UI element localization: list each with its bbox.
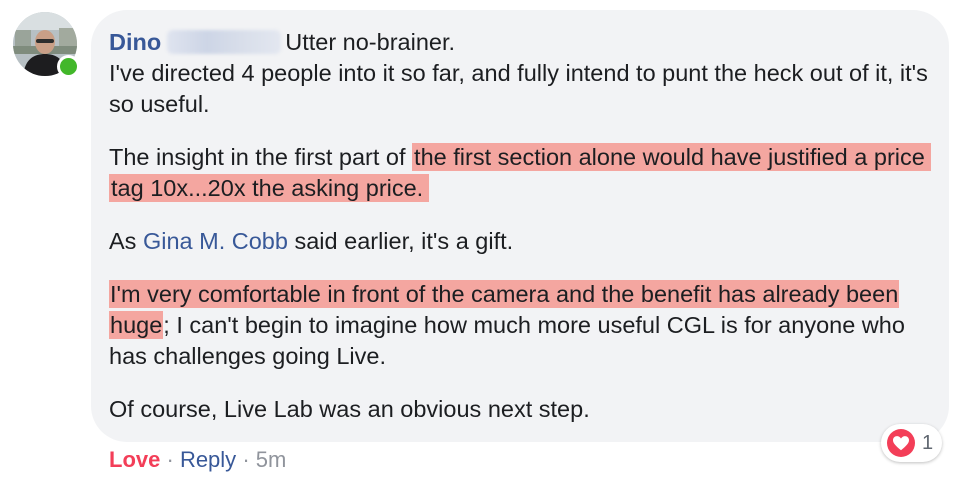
comment-paragraph-5: Of course, Live Lab was an obvious next …	[109, 394, 939, 425]
heart-icon	[887, 429, 915, 457]
comment-paragraph-1: Dino Utter no-brainer. I've directed 4 pe…	[109, 27, 939, 120]
reaction-summary[interactable]: 1	[881, 424, 943, 462]
mention-link[interactable]: Gina M. Cobb	[143, 228, 288, 254]
comment-text: said earlier, it's a gift.	[287, 228, 514, 254]
comment-author-link[interactable]: Dino	[109, 29, 161, 55]
love-button[interactable]: Love	[109, 447, 160, 472]
reply-button[interactable]: Reply	[180, 447, 236, 472]
comment-paragraph-3: As Gina M. Cobb said earlier, it's a gif…	[109, 226, 939, 257]
comment-text: Of course, Live Lab was an obvious next …	[109, 396, 590, 422]
comment-paragraph-2: The insight in the first part of the fir…	[109, 142, 939, 204]
redacted-surname	[167, 30, 282, 54]
comment-text: As	[109, 228, 143, 254]
online-status-indicator	[57, 55, 80, 78]
comment-line-two: I've directed 4 people into it so far, a…	[109, 60, 928, 117]
separator: ·	[166, 447, 174, 472]
comment-timestamp[interactable]: 5m	[256, 447, 287, 472]
comment-body: Dino Utter no-brainer. I've directed 4 pe…	[109, 27, 939, 425]
separator: ·	[242, 447, 250, 472]
comment-text: ; I can't begin to imagine how much more…	[109, 312, 905, 369]
comment-paragraph-4: I'm very comfortable in front of the cam…	[109, 279, 939, 372]
comment-text: The insight in the first part of	[109, 144, 413, 170]
reaction-count: 1	[922, 431, 934, 454]
comment-first-line: Utter no-brainer.	[285, 29, 456, 55]
comment-actions: Love · Reply · 5m	[109, 446, 286, 474]
